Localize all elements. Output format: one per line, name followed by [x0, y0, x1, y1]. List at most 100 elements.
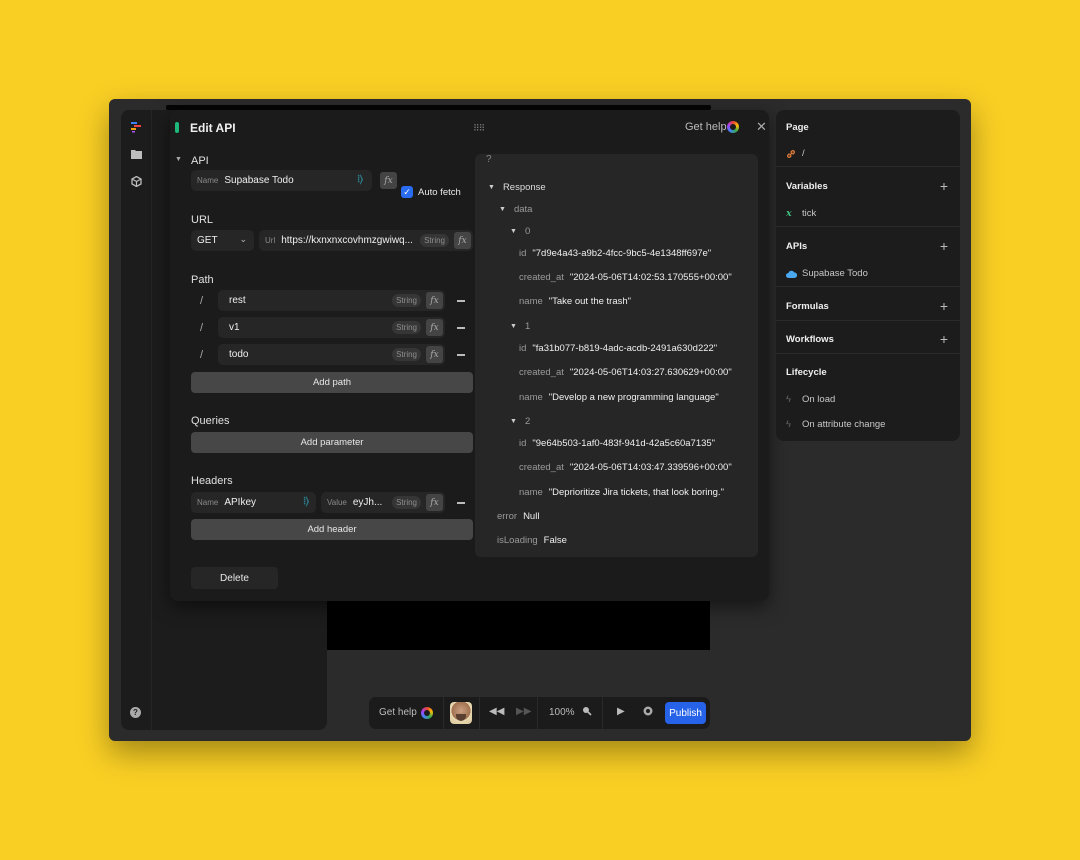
- tree-field: id "9e64b503-1af0-483f-941d-42a5c60a7135": [519, 438, 716, 449]
- url-value: https://kxnxnxcovhmzgwiwq...: [281, 235, 413, 246]
- lifecycle-section: Lifecycle ϟ On load ϟ On attribute chang…: [776, 354, 960, 441]
- page-path-item[interactable]: /: [786, 148, 805, 159]
- bolt-icon: ϟ: [786, 394, 792, 405]
- apis-title: APIs: [786, 241, 808, 252]
- path-field[interactable]: todo String fx: [218, 344, 445, 365]
- get-help-button[interactable]: Get help: [379, 707, 417, 718]
- auto-fetch-checkbox[interactable]: ✓: [401, 186, 413, 198]
- play-icon[interactable]: ▶: [617, 706, 625, 717]
- variable-item[interactable]: x tick: [786, 208, 816, 219]
- folder-icon[interactable]: [130, 148, 142, 160]
- help-circle-icon[interactable]: ?: [130, 707, 141, 718]
- queries-section-label: Queries: [191, 415, 230, 427]
- url-label: Url: [265, 236, 276, 245]
- tree-field: created_at "2024-05-06T14:02:53.170555+00…: [519, 272, 732, 283]
- path-field[interactable]: rest String fx: [218, 290, 445, 311]
- formulas-section: Formulas +: [776, 287, 960, 321]
- api-item[interactable]: Supabase Todo: [786, 268, 868, 279]
- type-badge: String: [392, 294, 421, 307]
- lifecycle-item[interactable]: ϟ On attribute change: [786, 419, 885, 430]
- lifecycle-title: Lifecycle: [786, 367, 827, 378]
- tree-field: id "7d9e4a43-a9b2-4fcc-9bc5-4e1348ff697e": [519, 248, 712, 259]
- package-icon[interactable]: [130, 175, 142, 187]
- redo-icon[interactable]: ▶▶: [516, 706, 531, 717]
- tree-node-data[interactable]: ▼ data: [499, 204, 538, 215]
- add-path-button[interactable]: Add path: [191, 372, 473, 393]
- remove-header-icon[interactable]: [457, 502, 465, 504]
- path-slash: /: [200, 295, 204, 307]
- edit-api-panel: Edit API ⠿⠿ Get help ✕ ▼ API Name Supaba…: [170, 110, 769, 601]
- link-icon: [786, 149, 800, 159]
- help-question-icon[interactable]: ?: [486, 154, 492, 165]
- tree-field: created_at "2024-05-06T14:03:47.339596+00…: [519, 462, 732, 473]
- name-label: Name: [197, 498, 219, 507]
- remove-path-icon[interactable]: [457, 300, 465, 302]
- tree-field: id "fa31b077-b819-4adc-acdb-2491a630d222": [519, 343, 718, 354]
- fx-button[interactable]: fx: [380, 172, 397, 189]
- tree-node-item[interactable]: ▼ 1: [510, 321, 536, 332]
- api-name-field[interactable]: Name Supabase Todo ⦙⟩: [191, 170, 372, 191]
- path-field[interactable]: v1 String fx: [218, 317, 445, 338]
- tree-node-response[interactable]: ▼ Response: [488, 182, 546, 193]
- binding-icon[interactable]: ⦙⟩: [303, 496, 309, 507]
- remove-path-icon[interactable]: [457, 327, 465, 329]
- fx-button[interactable]: fx: [454, 232, 471, 249]
- caret-down-icon: ▼: [488, 184, 495, 191]
- add-parameter-button[interactable]: Add parameter: [191, 432, 473, 453]
- fx-button[interactable]: fx: [426, 494, 443, 511]
- publish-button[interactable]: Publish: [665, 702, 706, 724]
- status-indicator: [175, 122, 179, 133]
- url-field[interactable]: Url https://kxnxnxcovhmzgwiwq... String …: [259, 230, 473, 251]
- add-workflow-icon[interactable]: +: [940, 332, 948, 346]
- caret-down-icon: ▼: [499, 206, 506, 213]
- record-icon[interactable]: [643, 706, 653, 719]
- zoom-search-icon[interactable]: [582, 706, 592, 719]
- lifecycle-item[interactable]: ϟ On load: [786, 394, 835, 405]
- header-name-field[interactable]: Name APIkey ⦙⟩: [191, 492, 316, 513]
- path-value: rest: [229, 295, 246, 306]
- api-section-label: API: [191, 155, 209, 167]
- divider: [602, 697, 603, 729]
- undo-icon[interactable]: ◀◀: [489, 706, 504, 717]
- apis-section: APIs + Supabase Todo: [776, 227, 960, 287]
- method-value: GET: [197, 235, 218, 246]
- fx-button[interactable]: fx: [426, 319, 443, 336]
- path-slash: /: [200, 349, 204, 361]
- caret-down-icon: ▼: [510, 228, 517, 235]
- remove-path-icon[interactable]: [457, 354, 465, 356]
- type-badge: String: [392, 496, 421, 509]
- add-api-icon[interactable]: +: [940, 239, 948, 253]
- fx-button[interactable]: fx: [426, 292, 443, 309]
- help-ring-icon[interactable]: [421, 707, 433, 719]
- binding-icon[interactable]: ⦙⟩: [357, 174, 363, 185]
- zoom-level[interactable]: 100%: [549, 707, 575, 718]
- logo-icon[interactable]: [130, 121, 142, 133]
- url-section-label: URL: [191, 214, 214, 226]
- collapse-icon[interactable]: ▼: [175, 156, 182, 163]
- divider: [443, 697, 444, 729]
- divider: [537, 697, 538, 729]
- add-header-button[interactable]: Add header: [191, 519, 473, 540]
- avatar[interactable]: [450, 702, 472, 724]
- header-value-field[interactable]: Value eyJh... String fx: [321, 492, 445, 513]
- add-variable-icon[interactable]: +: [940, 179, 948, 193]
- help-ring-icon[interactable]: [727, 121, 739, 133]
- delete-button[interactable]: Delete: [191, 567, 278, 589]
- method-select[interactable]: GET ⌄: [191, 230, 254, 251]
- tree-node-item[interactable]: ▼ 0: [510, 226, 536, 237]
- get-help-link[interactable]: Get help: [685, 121, 727, 133]
- chevron-down-icon: ⌄: [239, 234, 247, 244]
- rail-icon-column: ?: [121, 110, 152, 730]
- type-badge: String: [392, 348, 421, 361]
- add-formula-icon[interactable]: +: [940, 299, 948, 313]
- formulas-title: Formulas: [786, 301, 829, 312]
- fx-button[interactable]: fx: [426, 346, 443, 363]
- drag-handle-icon[interactable]: ⠿⠿: [473, 123, 485, 134]
- tree-node-item[interactable]: ▼ 2: [510, 416, 536, 427]
- bolt-icon: ϟ: [786, 419, 792, 430]
- path-section-label: Path: [191, 274, 214, 286]
- type-badge: String: [392, 321, 421, 334]
- response-viewer: ? ▼ Response ▼ data ▼ 0 id "7d9e4a43-a9b2-4f…: [475, 154, 758, 557]
- close-icon[interactable]: ✕: [756, 119, 767, 135]
- auto-fetch-label: Auto fetch: [418, 187, 461, 198]
